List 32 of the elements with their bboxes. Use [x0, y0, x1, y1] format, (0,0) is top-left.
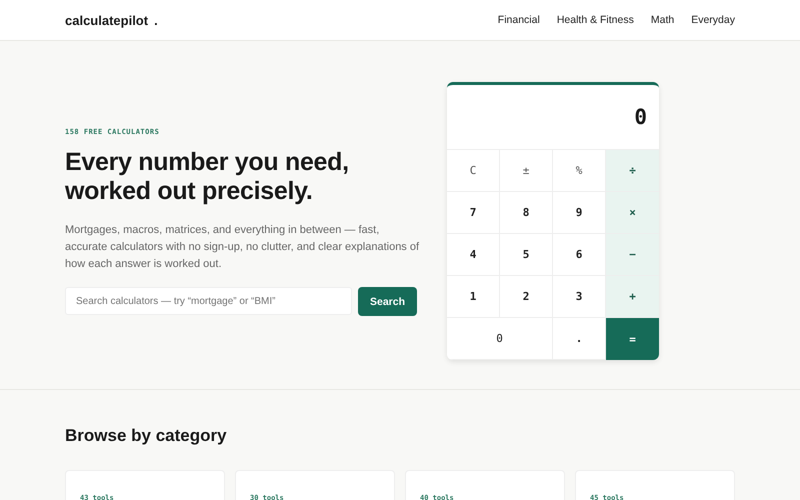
- calculator-key[interactable]: C: [447, 150, 500, 192]
- nav-link[interactable]: Math: [650, 14, 674, 26]
- calculator-key[interactable]: %: [553, 150, 606, 192]
- logo-dot: .: [154, 12, 158, 28]
- search-field[interactable]: Search calculators — try “mortgage” or “BMI”: [65, 287, 352, 315]
- nav-link[interactable]: Everyday: [691, 14, 735, 26]
- calculator-key[interactable]: 7: [447, 192, 500, 234]
- search-button[interactable]: Search: [358, 287, 417, 316]
- calculator-key[interactable]: ×: [606, 192, 659, 234]
- calculator-key[interactable]: .: [553, 318, 606, 360]
- calculator-key[interactable]: ÷: [606, 150, 659, 192]
- calculator-key[interactable]: −: [606, 234, 659, 276]
- calculator-key[interactable]: ±: [500, 150, 553, 192]
- calculator-key[interactable]: 8: [500, 192, 553, 234]
- calculator-display: 0: [634, 105, 647, 129]
- calculator-key[interactable]: 6: [553, 234, 606, 276]
- logo[interactable]: calculatepilot: [65, 12, 148, 28]
- nav-link[interactable]: Financial: [498, 14, 540, 26]
- calculator-key[interactable]: 5: [500, 234, 553, 276]
- nav-link[interactable]: Health & Fitness: [556, 14, 634, 26]
- section-heading: Browse by category: [65, 426, 228, 446]
- calculator-key[interactable]: =: [606, 318, 659, 360]
- calculator-key[interactable]: 1: [447, 276, 500, 318]
- calculator-key[interactable]: 0: [447, 318, 553, 360]
- headline: Every number you need,: [65, 148, 350, 177]
- calculator-key[interactable]: 4: [447, 234, 500, 276]
- calculator-key[interactable]: 2: [500, 276, 553, 318]
- headline: worked out precisely.: [65, 177, 314, 206]
- calculator-key[interactable]: +: [606, 276, 659, 318]
- calculator-key[interactable]: 9: [553, 192, 606, 234]
- intro-paragraph: Mortgages, macros, matrices, and everything in between — fast, accurate calculators with no sign-up, no clutter, and clear explanations of how each answer is worked out.: [65, 223, 420, 272]
- calculator-key[interactable]: 3: [553, 276, 606, 318]
